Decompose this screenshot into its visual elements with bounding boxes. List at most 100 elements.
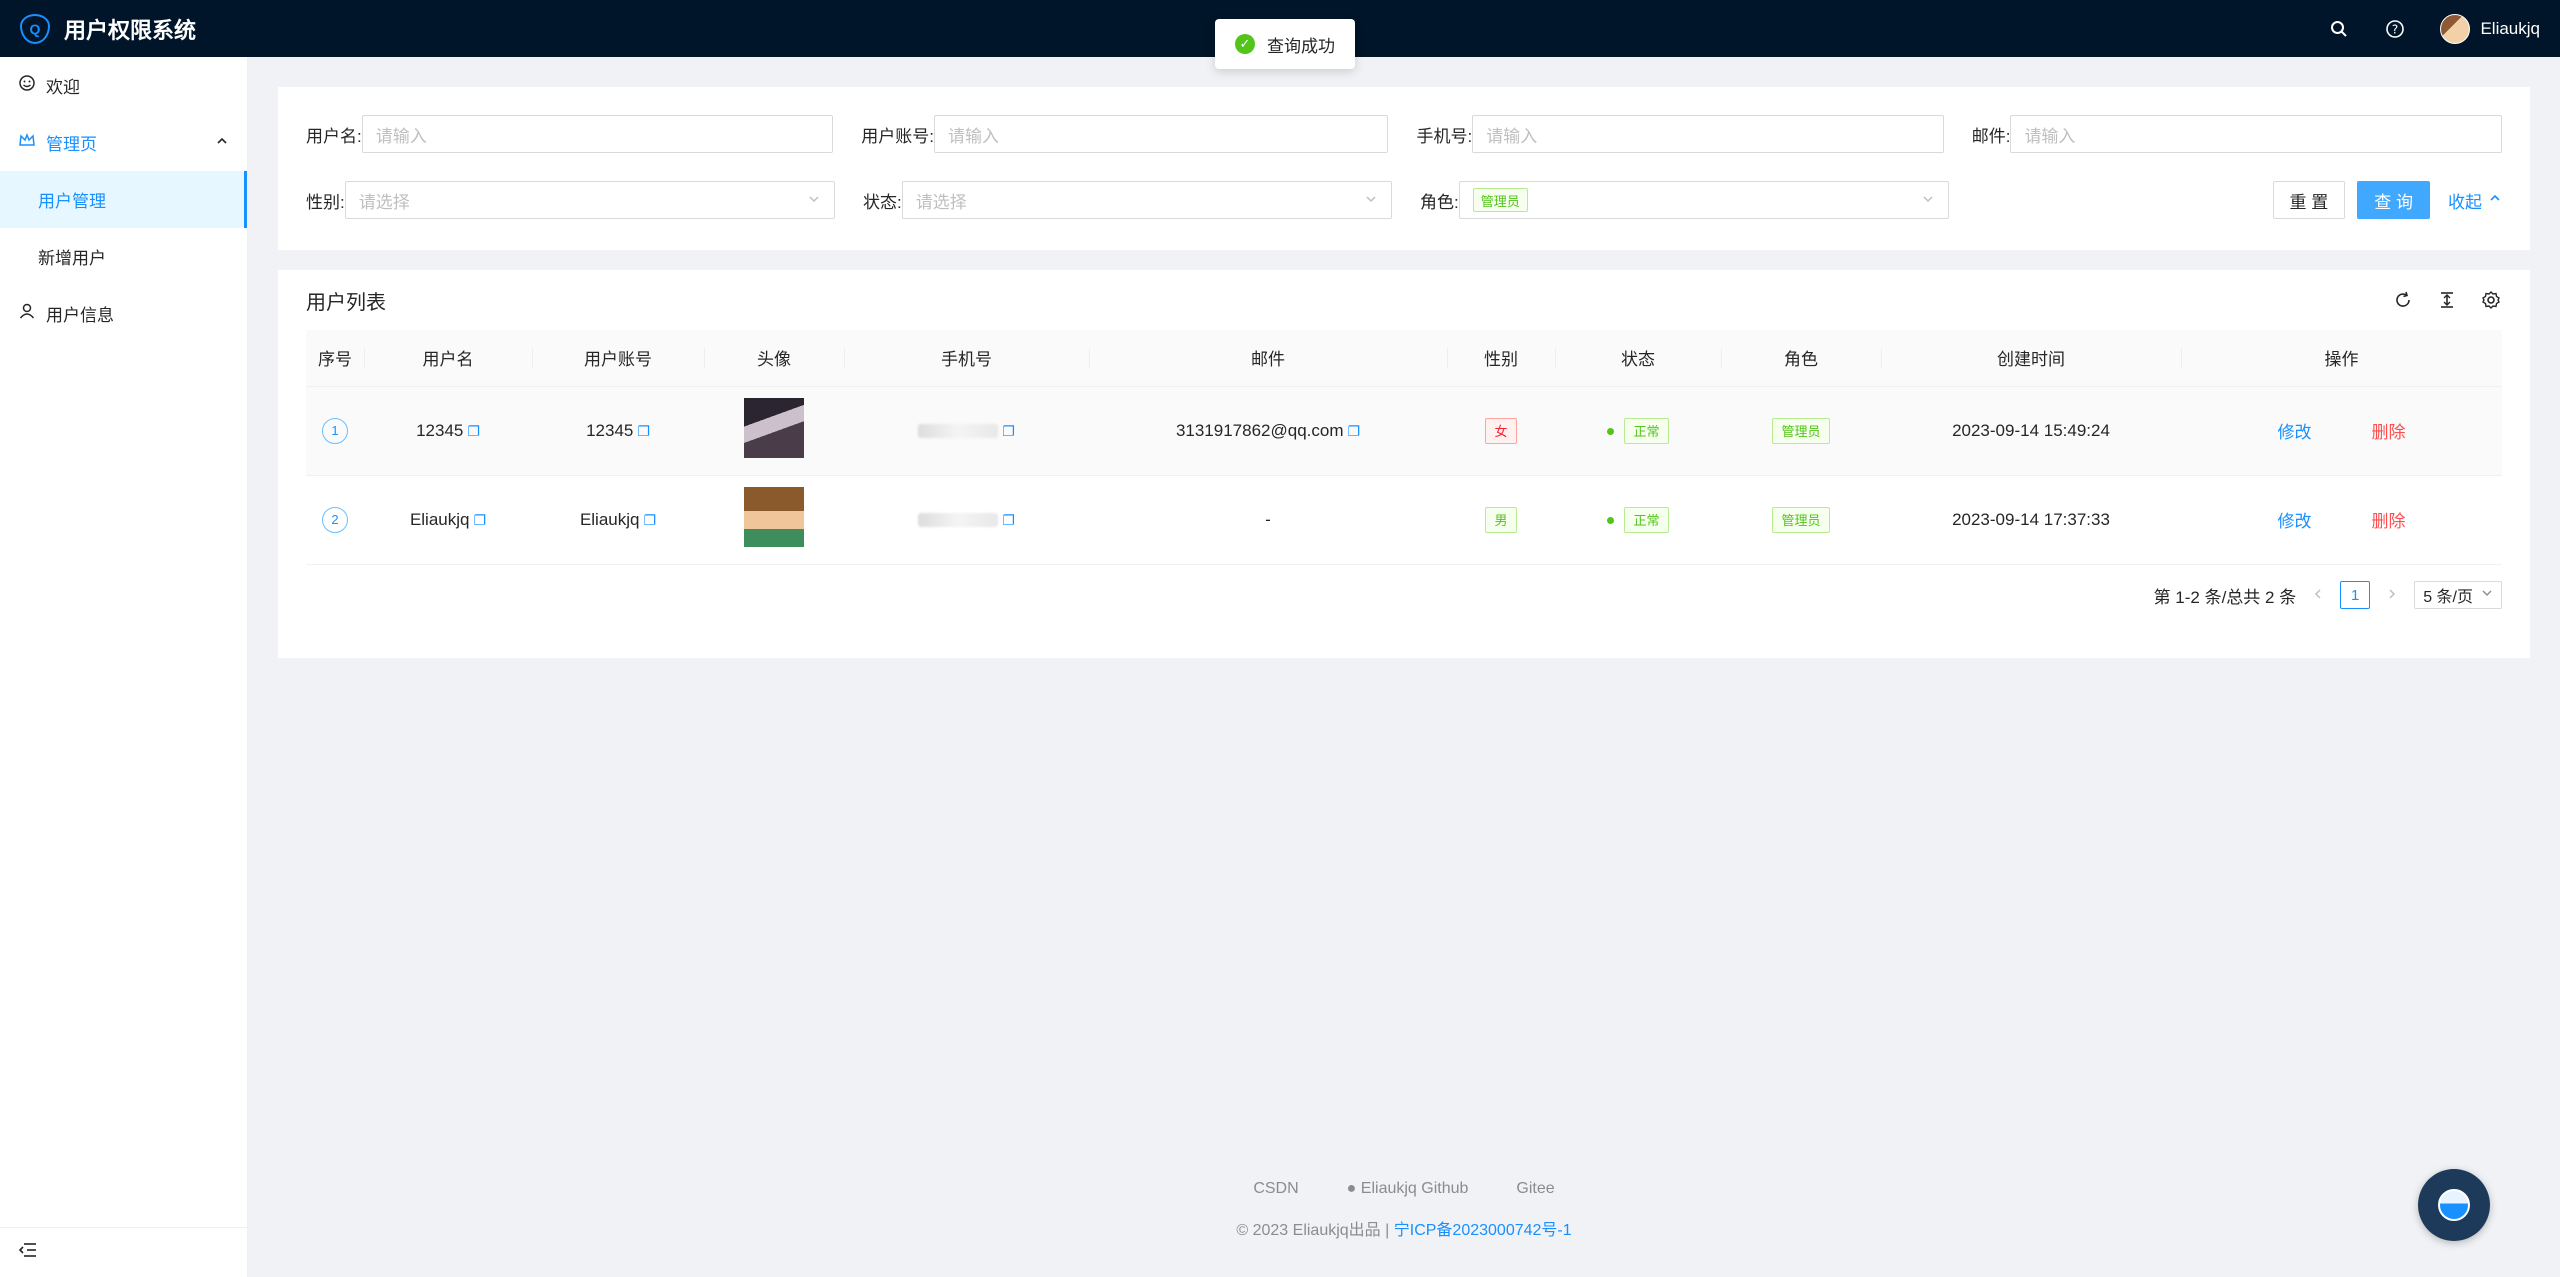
copy-icon[interactable]: ❐: [473, 512, 486, 528]
pagination-summary: 第 1-2 条/总共 2 条: [2153, 587, 2297, 607]
column-header: 用户账号: [532, 330, 704, 387]
status-label: 状态:: [863, 192, 902, 212]
avatar: [2440, 13, 2471, 44]
reset-button[interactable]: 重 置: [2272, 181, 2346, 219]
email-input[interactable]: 请输入: [2010, 115, 2503, 153]
logo[interactable]: Q 用户权限系统: [20, 13, 196, 45]
next-page-icon[interactable]: [2386, 587, 2398, 603]
globe-icon: [2438, 1189, 2470, 1221]
sidebar-item-welcome[interactable]: 欢迎: [0, 57, 247, 114]
sidebar-item-user-info[interactable]: 用户信息: [0, 285, 247, 342]
user-table-card: 用户列表 序号 用户名 用户账号 头像 手机号 邮件 性别 状态 角色 创建时间…: [278, 270, 2530, 658]
gender-filter: 性别: 请选择: [306, 181, 863, 219]
role-label: 角色:: [1420, 192, 1459, 212]
edit-link[interactable]: 修改: [2278, 423, 2312, 442]
copy-icon[interactable]: ❐: [467, 423, 480, 439]
page-size-label: 5 条/页: [2423, 589, 2473, 606]
footer-link-gitee[interactable]: Gitee: [1516, 1180, 1554, 1198]
header-username: Eliaukjq: [2480, 18, 2540, 38]
delete-link[interactable]: 删除: [2372, 423, 2406, 442]
username-input[interactable]: 请输入: [361, 115, 834, 153]
collapse-link[interactable]: 收起: [2448, 188, 2502, 213]
cell-email: -: [1265, 509, 1271, 529]
cell-account: 12345: [586, 420, 634, 440]
account-label: 用户账号:: [861, 126, 934, 146]
sidebar-item-admin[interactable]: 管理页: [0, 114, 247, 171]
status-dot: [1607, 517, 1615, 525]
sidebar-item-label: 欢迎: [46, 78, 80, 97]
toast-message: 查询成功: [1267, 36, 1335, 56]
chevron-down-icon: [2481, 586, 2493, 604]
cell-email: 3131917862@qq.com: [1175, 420, 1344, 440]
page-size-select[interactable]: 5 条/页: [2414, 581, 2502, 609]
status-select[interactable]: 请选择: [901, 181, 1392, 219]
status-dot: [1607, 428, 1615, 436]
pagination: 第 1-2 条/总共 2 条 1 5 条/页: [2154, 581, 2502, 609]
cell-username: Eliaukjq: [409, 509, 470, 529]
user-menu[interactable]: Eliaukjq: [2440, 13, 2540, 44]
column-header: 角色: [1721, 330, 1881, 387]
svg-text:?: ?: [2392, 22, 2398, 36]
role-filter: 角色: 管理员: [1420, 181, 1977, 219]
collapse-label: 收起: [2448, 192, 2482, 212]
status-filter: 状态: 请选择: [863, 181, 1420, 219]
user-avatar-image: [744, 487, 804, 547]
email-label: 邮件:: [1971, 126, 2011, 146]
phone-input[interactable]: 请输入: [1472, 115, 1944, 153]
role-tag: 管理员: [1772, 506, 1830, 533]
floating-helper-button[interactable]: [2418, 1169, 2490, 1241]
footer-link-github[interactable]: ● Eliaukjq Github: [1347, 1180, 1469, 1198]
search-form: 用户名: 请输入 用户账号: 请输入 手机号: 请输入 邮件: 请输入 性别: …: [278, 87, 2530, 250]
copy-icon[interactable]: ❐: [637, 423, 650, 439]
column-header: 序号: [306, 330, 364, 387]
table-row: 2 Eliaukjq ❐ Eliaukjq ❐ ❐ - 男 正常 管理员 2023-…: [306, 475, 2502, 565]
copy-icon[interactable]: ❐: [1002, 512, 1015, 528]
column-header: 创建时间: [1881, 330, 2181, 387]
footer-link-csdn[interactable]: CSDN: [1253, 1180, 1298, 1198]
gender-label: 性别:: [306, 192, 345, 212]
reload-icon[interactable]: [2392, 289, 2414, 311]
gender-tag: 男: [1485, 506, 1517, 533]
query-button[interactable]: 查 询: [2357, 181, 2430, 219]
setting-icon[interactable]: [2480, 289, 2502, 311]
gender-select[interactable]: 请选择: [344, 181, 835, 219]
role-tag: 管理员: [1472, 188, 1528, 212]
sidebar-item-user-management[interactable]: 用户管理: [0, 171, 247, 228]
table-row: 1 12345 ❐ 12345 ❐ ❐ 3131917862@qq.com ❐ 女 正…: [306, 386, 2502, 476]
role-select[interactable]: 管理员: [1458, 181, 1949, 219]
sidebar-collapse-button[interactable]: [0, 1227, 248, 1277]
role-tag: 管理员: [1772, 417, 1830, 444]
column-header: 操作: [2181, 330, 2502, 387]
copy-icon[interactable]: ❐: [643, 512, 656, 528]
sidebar-item-label: 管理页: [46, 135, 97, 154]
account-filter: 用户账号: 请输入: [861, 115, 1416, 153]
sidebar-item-add-user[interactable]: 新增用户: [0, 228, 247, 285]
search-icon[interactable]: [2328, 18, 2350, 40]
help-icon[interactable]: ?: [2384, 18, 2406, 40]
sidebar-item-label: 用户信息: [46, 306, 114, 325]
cell-created: 2023-09-14 17:37:33: [1952, 509, 2110, 529]
prev-page-icon[interactable]: [2312, 587, 2324, 603]
copyright-icon: ©: [1236, 1222, 1249, 1239]
page-number-button[interactable]: 1: [2340, 581, 2371, 609]
column-header: 邮件: [1089, 330, 1447, 387]
account-input[interactable]: 请输入: [933, 115, 1389, 153]
icp-link[interactable]: 宁ICP备2023000742号-1: [1394, 1222, 1572, 1239]
phone-label: 手机号:: [1416, 126, 1473, 146]
chevron-up-icon: [215, 134, 229, 151]
table-header-row: 序号 用户名 用户账号 头像 手机号 邮件 性别 状态 角色 创建时间 操作: [306, 330, 2502, 387]
column-height-icon[interactable]: [2436, 289, 2458, 311]
status-tag: 正常: [1624, 417, 1669, 444]
redacted-phone: [918, 424, 999, 439]
chevron-down-icon: [807, 192, 821, 209]
edit-link[interactable]: 修改: [2278, 512, 2312, 531]
user-avatar-image: [744, 398, 804, 458]
smile-icon: [18, 74, 36, 97]
column-header: 状态: [1555, 330, 1721, 387]
logo-icon: Q: [20, 13, 50, 44]
copy-icon[interactable]: ❐: [1348, 423, 1361, 439]
copy-icon[interactable]: ❐: [1002, 423, 1015, 439]
row-index: 1: [322, 417, 348, 444]
app-title: 用户权限系统: [64, 17, 197, 43]
delete-link[interactable]: 删除: [2372, 512, 2406, 531]
